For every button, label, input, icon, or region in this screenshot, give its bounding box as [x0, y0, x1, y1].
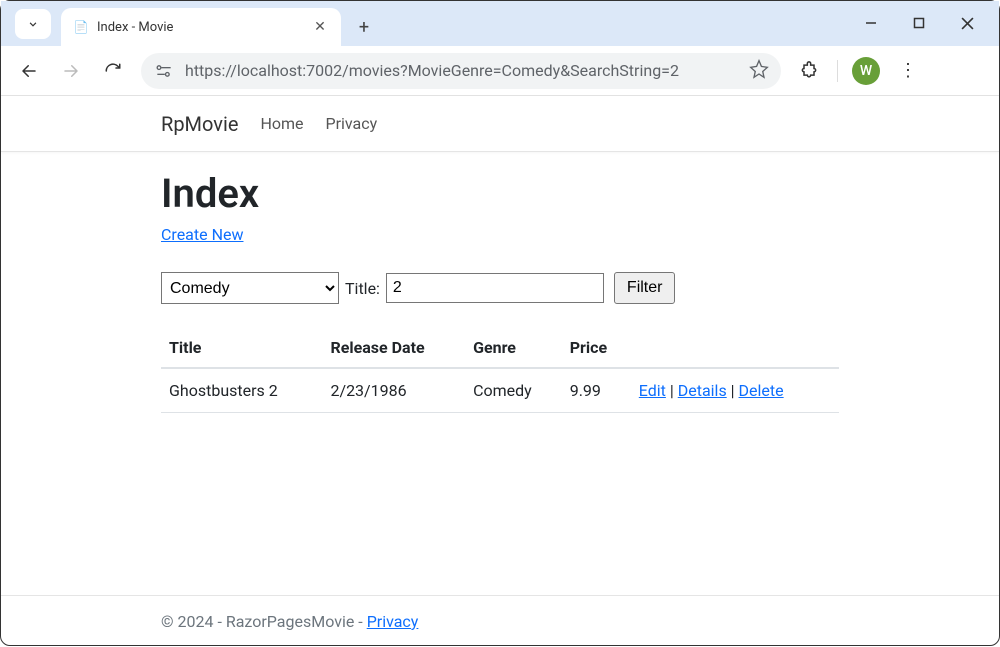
close-icon — [961, 17, 974, 30]
nav-link-home[interactable]: Home — [260, 114, 303, 133]
arrow-left-icon — [20, 62, 38, 80]
bookmark-button[interactable] — [749, 59, 769, 83]
details-link[interactable]: Details — [678, 381, 727, 400]
page-favicon-icon: 📄 — [73, 19, 89, 35]
footer-text: © 2024 - RazorPagesMovie - — [161, 612, 367, 631]
create-new-link[interactable]: Create New — [161, 225, 243, 244]
avatar-letter: W — [860, 63, 872, 79]
puzzle-icon — [799, 61, 819, 81]
star-icon — [749, 59, 769, 79]
back-button[interactable] — [15, 57, 43, 85]
title-label: Title: — [345, 279, 380, 298]
movies-table: Title Release Date Genre Price Ghostbust… — [161, 328, 839, 413]
close-window-button[interactable] — [943, 8, 991, 38]
address-bar: https://localhost:7002/movies?MovieGenre… — [1, 46, 999, 96]
tab-title: Index - Movie — [97, 20, 303, 35]
reload-button[interactable] — [99, 57, 127, 85]
window-controls — [847, 8, 991, 46]
site-info-button[interactable] — [153, 61, 175, 81]
maximize-icon — [913, 17, 925, 29]
footer-privacy-link[interactable]: Privacy — [367, 612, 419, 631]
brand-link[interactable]: RpMovie — [161, 112, 238, 136]
browser-tab[interactable]: 📄 Index - Movie ✕ — [61, 8, 341, 46]
cell-genre: Comedy — [465, 368, 562, 413]
new-tab-button[interactable]: + — [349, 12, 379, 42]
cell-release-date: 2/23/1986 — [322, 368, 465, 413]
col-price: Price — [562, 328, 631, 368]
close-tab-button[interactable]: ✕ — [311, 19, 329, 35]
col-actions — [631, 328, 839, 368]
table-header-row: Title Release Date Genre Price — [161, 328, 839, 368]
main-content: Index Create New Comedy Title: Filter Ti… — [1, 152, 999, 595]
col-genre: Genre — [465, 328, 562, 368]
url-text: https://localhost:7002/movies?MovieGenre… — [185, 61, 739, 80]
toolbar-divider — [837, 60, 838, 82]
page-title: Index — [161, 170, 839, 217]
action-sep: | — [727, 381, 739, 400]
extensions-button[interactable] — [795, 61, 823, 81]
url-field[interactable]: https://localhost:7002/movies?MovieGenre… — [141, 53, 781, 89]
cell-title: Ghostbusters 2 — [161, 368, 322, 413]
title-input[interactable] — [386, 273, 604, 303]
filter-button[interactable]: Filter — [614, 272, 676, 304]
cell-price: 9.99 — [562, 368, 631, 413]
filter-form: Comedy Title: Filter — [161, 272, 839, 304]
nav-link-privacy[interactable]: Privacy — [326, 114, 378, 133]
cell-actions: Edit | Details | Delete — [631, 368, 839, 413]
col-release-date: Release Date — [322, 328, 465, 368]
arrow-right-icon — [62, 62, 80, 80]
reload-icon — [104, 62, 122, 80]
tabs-dropdown-button[interactable] — [15, 9, 51, 39]
site-footer: © 2024 - RazorPagesMovie - Privacy — [1, 595, 999, 647]
delete-link[interactable]: Delete — [739, 381, 784, 400]
table-row: Ghostbusters 2 2/23/1986 Comedy 9.99 Edi… — [161, 368, 839, 413]
profile-avatar[interactable]: W — [852, 57, 880, 85]
minimize-button[interactable] — [847, 8, 895, 38]
tune-icon — [154, 63, 174, 79]
minimize-icon — [865, 17, 877, 29]
chevron-down-icon — [26, 17, 40, 31]
page-viewport: RpMovie Home Privacy Index Create New Co… — [1, 96, 999, 647]
maximize-button[interactable] — [895, 8, 943, 38]
site-navbar: RpMovie Home Privacy — [1, 96, 999, 152]
browser-menu-button[interactable]: ⋮ — [894, 60, 922, 81]
action-sep: | — [666, 381, 678, 400]
genre-select[interactable]: Comedy — [161, 272, 339, 304]
browser-tab-strip: 📄 Index - Movie ✕ + — [1, 1, 999, 46]
edit-link[interactable]: Edit — [639, 381, 666, 400]
col-title: Title — [161, 328, 322, 368]
forward-button[interactable] — [57, 57, 85, 85]
